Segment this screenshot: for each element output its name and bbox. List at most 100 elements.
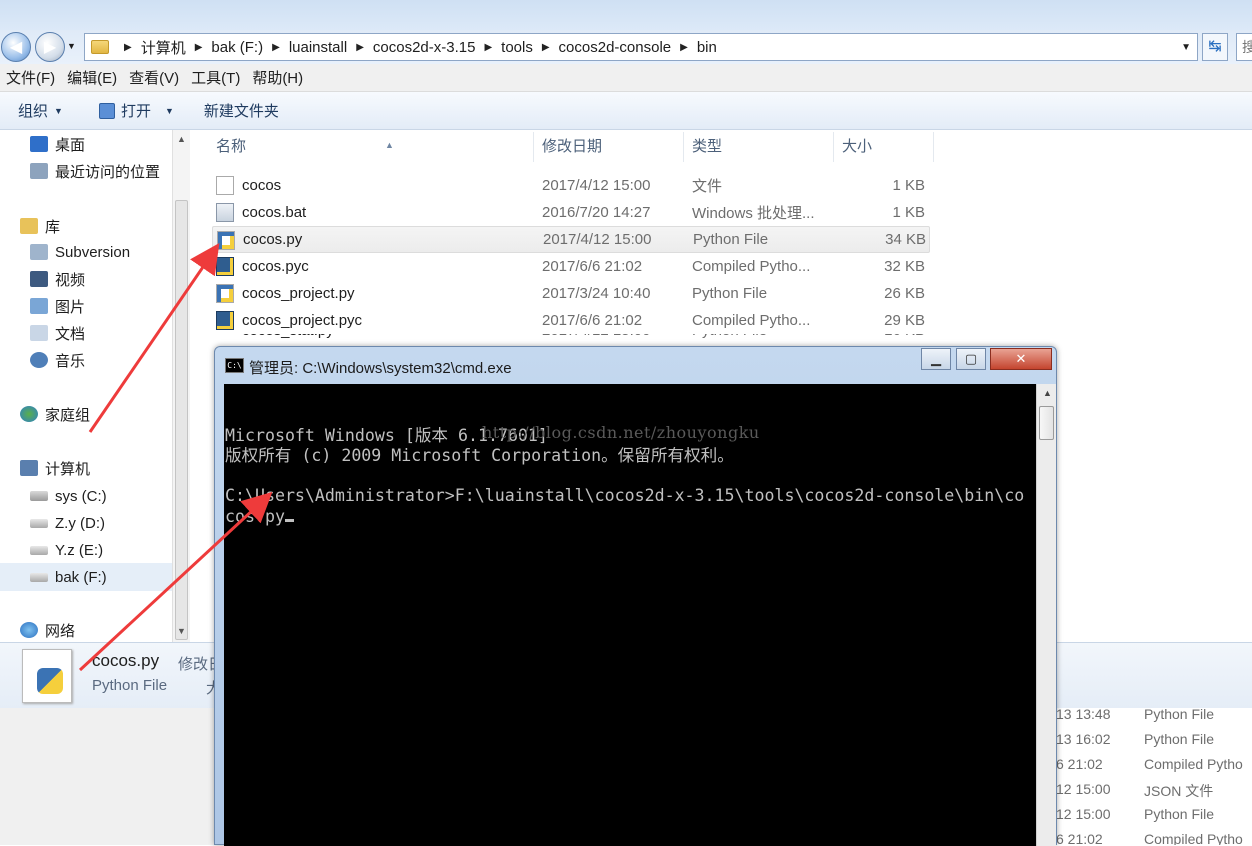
menu-tools[interactable]: 工具(T) (185, 67, 246, 88)
console-output[interactable]: Microsoft Windows [版本 6.1.7601] 版权所有 (c) … (224, 384, 1036, 846)
file-type: Python File (1144, 731, 1215, 747)
nav-label: bak (F:) (55, 568, 107, 586)
file-row[interactable]: cocos 2017/4/12 15:00 文件 1 KB (212, 172, 930, 199)
system-drive-icon (30, 491, 48, 501)
file-row[interactable]: cocos.pyc 2017/6/6 21:02 Compiled Pytho...… (212, 253, 930, 280)
nav-item-homegroup[interactable]: 家庭组 (20, 402, 90, 426)
new-folder-button[interactable]: 新建文件夹 (196, 100, 287, 121)
navigation-scrollbar[interactable]: ▲ ▼ (172, 130, 190, 642)
search-input[interactable]: 搜 (1236, 33, 1252, 61)
breadcrumb-separator-icon[interactable]: ▶ (542, 42, 550, 53)
cmd-window[interactable]: C:\ 管理员: C:\Windows\system32\cmd.exe ▁ ▢… (214, 346, 1057, 846)
console-line: C:\Users\Administrator>F:\luainstall\coc… (225, 486, 1025, 506)
breadcrumb-item[interactable]: 计算机 (141, 37, 186, 58)
file-date: 6 21:02 (1056, 756, 1103, 772)
address-bar[interactable]: ▶ 计算机 ▶ bak (F:) ▶ luainstall ▶ cocos2d-x-3.15 ▶… (84, 33, 1198, 61)
file-row[interactable]: cocos_project.pyc 2017/6/6 21:02 Compiled … (212, 307, 930, 334)
nav-item-drive-c[interactable]: sys (C:) (30, 484, 107, 508)
column-header-date[interactable]: 修改日期 (534, 132, 684, 162)
navigation-pane: 桌面 最近访问的位置 库 Subversion 视频 图片 文档 音乐 家庭组 … (0, 130, 172, 642)
breadcrumb-item[interactable]: cocos2d-console (559, 39, 672, 56)
nav-item-network[interactable]: 网络 (20, 618, 75, 642)
scroll-thumb[interactable] (1039, 406, 1054, 440)
file-row[interactable]: cocos_project.py 2017/3/24 10:40 Python Fi… (212, 280, 930, 307)
scroll-up-icon[interactable]: ▲ (177, 134, 186, 144)
console-icon: C:\ (225, 358, 244, 373)
nav-label: 图片 (55, 298, 86, 316)
column-header-size[interactable]: 大小 (834, 132, 934, 162)
nav-label: 计算机 (45, 460, 91, 478)
breadcrumb-separator-icon[interactable]: ▶ (124, 42, 132, 53)
scroll-down-icon[interactable]: ▼ (177, 626, 186, 636)
forward-arrow-icon: ▶ (43, 39, 57, 56)
close-button[interactable]: ✕ (990, 348, 1052, 370)
organize-label: 组织 (18, 103, 49, 120)
minimize-button[interactable]: ▁ (921, 348, 951, 370)
menu-edit[interactable]: 编辑(E) (61, 67, 123, 88)
nav-item-computer[interactable]: 计算机 (20, 456, 90, 480)
breadcrumb-item[interactable]: cocos2d-x-3.15 (373, 39, 476, 56)
python-file-icon (217, 231, 235, 250)
address-dropdown-icon[interactable]: ▼ (1181, 42, 1191, 53)
refresh-button[interactable]: ↹ (1202, 33, 1228, 61)
breadcrumb: ▶ 计算机 ▶ bak (F:) ▶ luainstall ▶ cocos2d-x-3.15 ▶… (115, 37, 717, 58)
nav-item-videos[interactable]: 视频 (30, 267, 85, 291)
picture-library-icon (30, 298, 48, 314)
nav-item-drive-f[interactable]: bak (F:) (0, 563, 172, 591)
nav-item-pictures[interactable]: 图片 (30, 294, 85, 318)
menu-file[interactable]: 文件(F) (0, 67, 61, 88)
window-title-strip (0, 0, 1252, 30)
breadcrumb-item[interactable]: bin (697, 39, 717, 56)
nav-item-recent-places[interactable]: 最近访问的位置 (30, 159, 160, 183)
nav-item-desktop[interactable]: 桌面 (30, 132, 85, 156)
scroll-thumb[interactable] (175, 200, 188, 640)
forward-button[interactable]: ▶ (35, 32, 65, 62)
column-header-type[interactable]: 类型 (684, 132, 834, 162)
nav-item-drive-d[interactable]: Z.y (D:) (30, 511, 105, 535)
organize-button[interactable]: 组织 ▼ (10, 100, 71, 121)
back-button[interactable]: ◀ (1, 32, 31, 62)
nav-item-music[interactable]: 音乐 (30, 348, 85, 372)
file-size: 34 KB (885, 231, 926, 248)
breadcrumb-separator-icon[interactable]: ▶ (272, 42, 280, 53)
file-row-partial[interactable]: cocos_stat.py 2017/4/12 15:00 Python File 1… (212, 334, 930, 342)
breadcrumb-item[interactable]: luainstall (289, 39, 347, 56)
menu-help[interactable]: 帮助(H) (246, 67, 309, 88)
address-row: ◀ ▶ ▼ ▶ 计算机 ▶ bak (F:) ▶ luainstall ▶ cocos2d-x… (0, 30, 1252, 64)
file-row[interactable]: cocos.bat 2016/7/20 14:27 Windows 批处理... 1 … (212, 199, 930, 226)
breadcrumb-separator-icon[interactable]: ▶ (484, 42, 492, 53)
python-file-icon (22, 649, 72, 703)
file-row[interactable]: cocos.py 2017/4/12 15:00 Python File 34 KB (212, 226, 930, 253)
open-button[interactable]: 打开 ▼ (91, 100, 182, 121)
nav-item-subversion[interactable]: Subversion (30, 240, 130, 264)
maximize-button[interactable]: ▢ (956, 348, 986, 370)
back-arrow-icon: ◀ (9, 39, 23, 56)
new-folder-label: 新建文件夹 (203, 103, 279, 120)
recent-pages-chevron-icon[interactable]: ▼ (67, 41, 76, 51)
text-cursor (284, 518, 294, 522)
file-date: 12 15:00 (1056, 806, 1111, 822)
nav-item-drive-e[interactable]: Y.z (E:) (30, 538, 103, 562)
nav-label: 文档 (55, 325, 86, 343)
console-scrollbar[interactable]: ▲ (1036, 384, 1056, 846)
breadcrumb-separator-icon[interactable]: ▶ (195, 42, 203, 53)
scroll-up-icon[interactable]: ▲ (1043, 388, 1052, 398)
menu-view[interactable]: 查看(V) (123, 67, 185, 88)
nav-item-library[interactable]: 库 (20, 214, 60, 238)
breadcrumb-separator-icon[interactable]: ▶ (356, 42, 364, 53)
breadcrumb-separator-icon[interactable]: ▶ (680, 42, 688, 53)
file-size: 29 KB (884, 312, 925, 329)
breadcrumb-item[interactable]: tools (501, 39, 533, 56)
console-line: cos.py (225, 506, 285, 526)
chevron-down-icon: ▼ (54, 105, 63, 116)
nav-label: sys (C:) (55, 487, 107, 505)
python-compiled-icon (216, 257, 234, 276)
breadcrumb-item[interactable]: bak (F:) (211, 39, 263, 56)
column-label: 大小 (842, 138, 873, 155)
file-name: cocos (242, 177, 282, 194)
nav-item-documents[interactable]: 文档 (30, 321, 85, 345)
nav-label: 桌面 (55, 136, 86, 154)
nav-label: Subversion (55, 243, 131, 261)
column-header-name[interactable]: 名称 ▲ (208, 132, 534, 162)
column-label: 类型 (692, 138, 723, 155)
